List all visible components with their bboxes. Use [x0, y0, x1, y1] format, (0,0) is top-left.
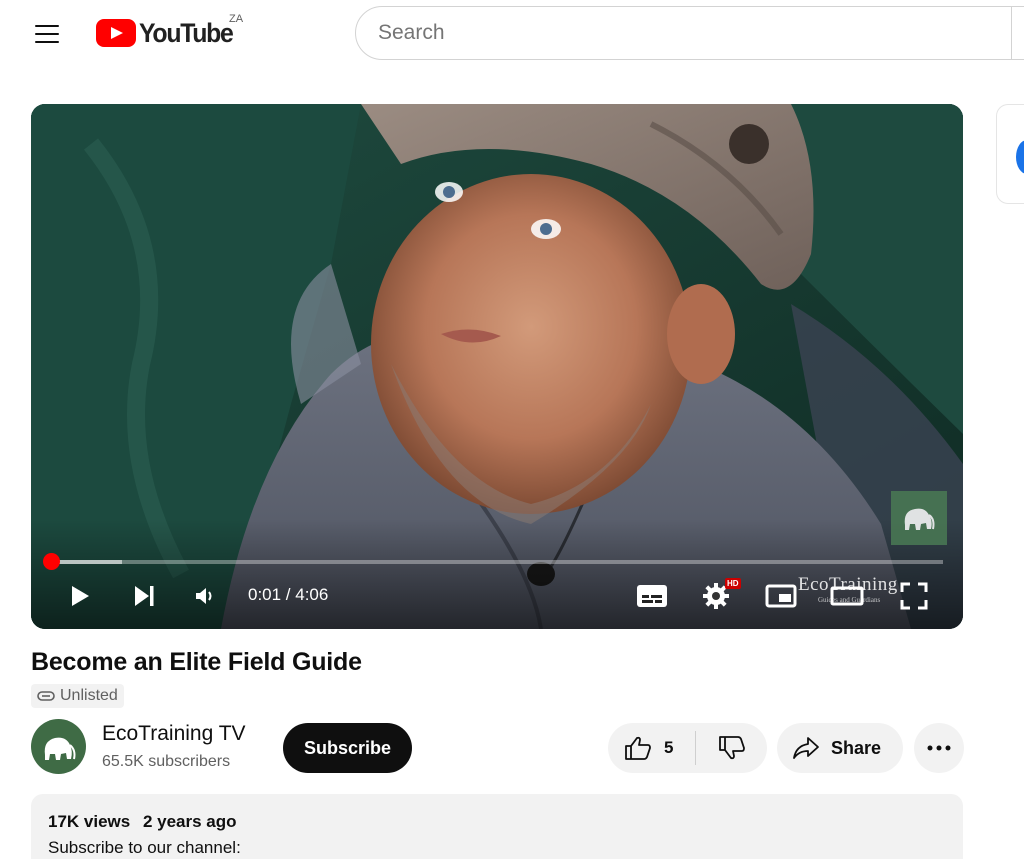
- more-icon: [927, 745, 951, 751]
- view-count: 17K views: [48, 812, 131, 831]
- elephant-icon: [44, 737, 76, 760]
- like-dislike-group: 5: [608, 723, 767, 773]
- video-title: Become an Elite Field Guide: [31, 648, 362, 676]
- next-button[interactable]: [126, 578, 162, 614]
- play-icon: [72, 586, 89, 606]
- share-label: Share: [831, 737, 882, 758]
- description-box[interactable]: 17K views 2 years ago Subscribe to our c…: [31, 794, 963, 859]
- play-button[interactable]: [61, 578, 97, 614]
- elephant-icon: [904, 508, 935, 530]
- video-player[interactable]: EcoTraining Guides and Guardians 0:01 / …: [31, 104, 963, 629]
- upload-age: 2 years ago: [142, 812, 237, 831]
- share-icon: [793, 737, 819, 759]
- progress-bar[interactable]: [51, 560, 943, 564]
- description-text: Subscribe to our channel:: [48, 838, 241, 857]
- thumbs-down-icon: [718, 736, 745, 760]
- volume-icon: [196, 588, 212, 604]
- subtitles-icon: [637, 585, 667, 607]
- subscribe-button[interactable]: Subscribe: [283, 723, 412, 773]
- search-box[interactable]: [355, 6, 1024, 60]
- menu-icon-bar: [35, 41, 59, 43]
- subtitles-button[interactable]: [632, 578, 672, 614]
- progress-buffered: [51, 560, 123, 564]
- scrubber-handle[interactable]: [43, 553, 60, 570]
- theater-icon: [830, 586, 864, 606]
- menu-icon-bar: [35, 33, 59, 35]
- more-actions-button[interactable]: [914, 723, 964, 773]
- miniplayer-icon: [765, 584, 797, 608]
- country-code: ZA: [229, 13, 244, 25]
- youtube-logo-icon: [96, 19, 136, 47]
- theater-mode-button[interactable]: [827, 578, 867, 614]
- next-icon: [135, 586, 154, 606]
- hd-badge: HD: [725, 578, 741, 589]
- subscriber-count: 65.5K subscribers: [102, 753, 231, 770]
- search-divider: [1011, 7, 1012, 59]
- miniplayer-button[interactable]: [761, 578, 801, 614]
- like-button[interactable]: 5: [608, 723, 695, 773]
- visibility-badge: Unlisted: [31, 684, 124, 708]
- menu-button[interactable]: [27, 16, 67, 52]
- logo-text: YouTube: [139, 17, 234, 48]
- link-icon: [37, 691, 55, 701]
- fullscreen-icon: [900, 582, 928, 610]
- youtube-logo[interactable]: YouTube: [96, 16, 241, 50]
- channel-name[interactable]: EcoTraining TV: [102, 722, 246, 746]
- fullscreen-button[interactable]: [894, 578, 934, 614]
- visibility-label: Unlisted: [60, 687, 118, 704]
- share-button[interactable]: Share: [777, 723, 903, 773]
- channel-watermark[interactable]: [891, 491, 947, 545]
- menu-icon-bar: [35, 25, 59, 27]
- like-count: 5: [664, 738, 674, 757]
- channel-avatar[interactable]: [31, 719, 86, 774]
- thumbs-up-icon: [625, 736, 651, 760]
- dislike-button[interactable]: [696, 723, 767, 773]
- view-info: 17K views 2 years ago: [48, 812, 946, 832]
- search-input[interactable]: [356, 7, 1024, 59]
- mute-button[interactable]: [187, 578, 223, 614]
- time-display: 0:01 / 4:06: [248, 585, 329, 604]
